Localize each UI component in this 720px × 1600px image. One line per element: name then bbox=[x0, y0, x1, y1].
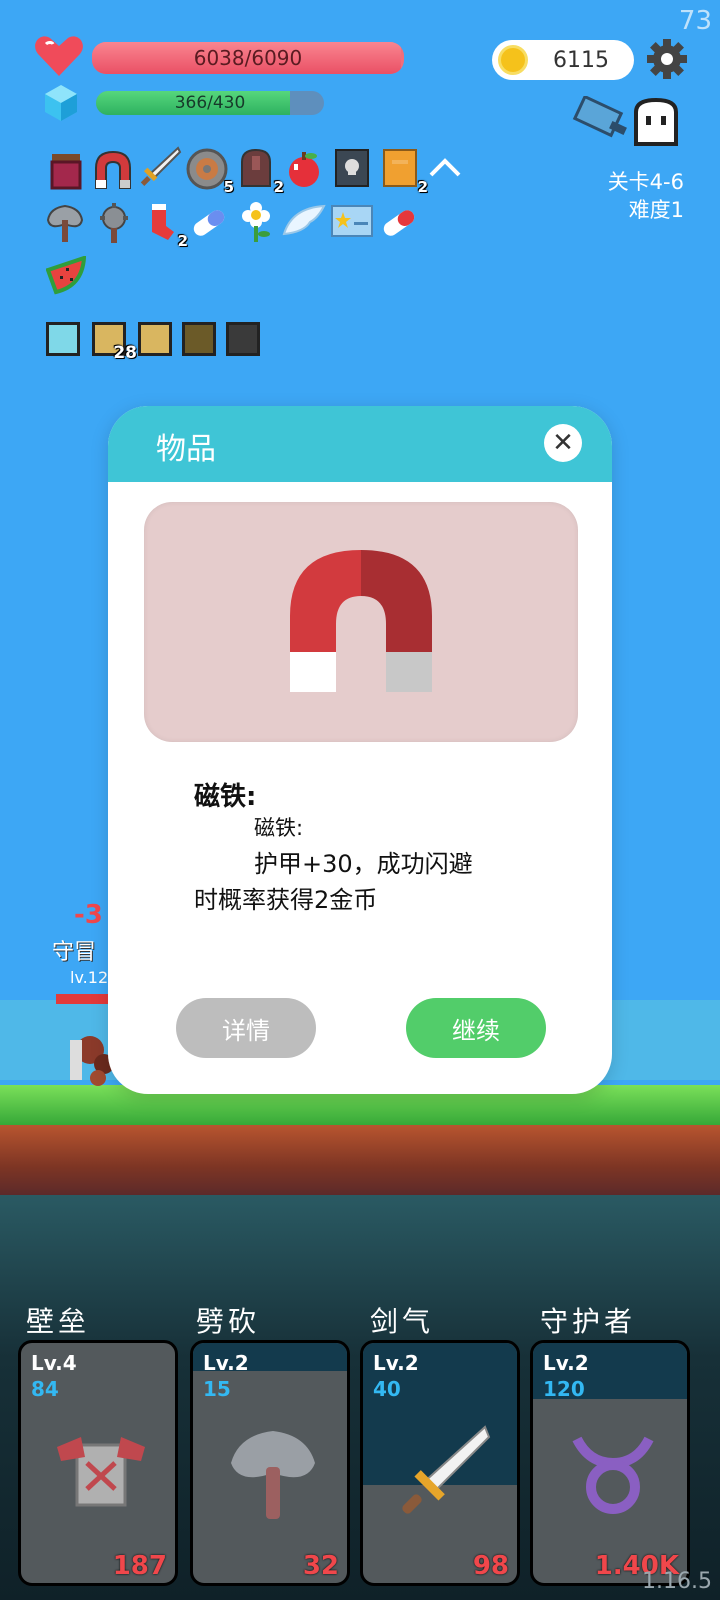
skill-card-bulwark[interactable]: Lv.4 84 187 bbox=[18, 1340, 178, 1586]
fps-counter: 73 bbox=[678, 6, 712, 36]
apple-icon[interactable] bbox=[284, 148, 324, 188]
battle-axe-icon[interactable] bbox=[44, 202, 84, 242]
shield-skill-icon[interactable] bbox=[138, 322, 172, 356]
card-title: 劈砍 bbox=[196, 1305, 261, 1338]
enemy-hp-bar bbox=[56, 994, 110, 1004]
skill-card-chop[interactable]: Lv.2 15 32 bbox=[190, 1340, 350, 1586]
card-value: 32 bbox=[302, 1551, 339, 1581]
gold-amount: 6115 bbox=[553, 47, 609, 73]
jam-jar-icon[interactable] bbox=[46, 150, 86, 190]
skill-card-sword-qi[interactable]: Lv.2 40 98 bbox=[360, 1340, 520, 1586]
spiked-mace-icon[interactable] bbox=[92, 202, 132, 243]
enemy-level: lv.12 bbox=[70, 968, 109, 987]
red-sock-icon[interactable]: 2 bbox=[140, 202, 188, 250]
difficulty-label: 难度1 bbox=[628, 198, 684, 222]
taurus-icon bbox=[572, 1436, 654, 1514]
close-icon: ✕ bbox=[552, 428, 574, 458]
skill-count: 28 bbox=[113, 343, 137, 363]
watermelon-icon[interactable] bbox=[45, 255, 87, 296]
skull-book-icon[interactable] bbox=[332, 148, 372, 188]
description-line: 护甲+30，成功闪避 bbox=[254, 850, 473, 878]
item-name: 磁铁: bbox=[194, 782, 257, 812]
crystal-icon bbox=[45, 85, 77, 121]
magnet-large-icon bbox=[290, 550, 432, 692]
close-button[interactable]: ✕ bbox=[544, 424, 582, 462]
orange-book-icon[interactable]: 2 bbox=[380, 148, 428, 196]
item-dialog: 物品 ✕ 磁铁: 磁铁: 护甲+30，成功闪避 时概率获得2金币 详情 继续 bbox=[108, 406, 612, 1094]
coin-icon bbox=[498, 45, 528, 75]
blue-pill-icon[interactable] bbox=[188, 202, 228, 242]
light-skill-icon[interactable] bbox=[46, 322, 80, 356]
armor-skill-icon[interactable]: 28 bbox=[92, 322, 137, 363]
item-count: 5 bbox=[223, 178, 234, 196]
enemy-name: 守冒 bbox=[52, 940, 97, 965]
heart-icon bbox=[35, 36, 83, 76]
card-number: 120 bbox=[543, 1377, 585, 1401]
description-subtitle: 磁铁: bbox=[254, 816, 304, 840]
stage-info: 关卡4-6 难度1 bbox=[608, 168, 684, 224]
card-value: 98 bbox=[472, 1551, 509, 1581]
sword-icon[interactable] bbox=[138, 146, 182, 186]
item-description: 磁铁: 护甲+30，成功闪避 时概率获得2金币 bbox=[194, 810, 534, 918]
hp-bar: 6038/6090 bbox=[92, 42, 404, 74]
mp-bar: 366/430 bbox=[96, 91, 324, 115]
item-count: 2 bbox=[273, 178, 284, 196]
detail-button[interactable]: 详情 bbox=[176, 998, 316, 1058]
card-number: 84 bbox=[31, 1377, 59, 1401]
card-title: 壁垒 bbox=[26, 1305, 91, 1338]
dark-skill-icon[interactable] bbox=[182, 322, 216, 356]
dialog-title: 物品 bbox=[156, 432, 216, 467]
continue-button[interactable]: 继续 bbox=[406, 998, 546, 1058]
gravestone-icon[interactable]: 2 bbox=[236, 148, 284, 196]
wing-icon[interactable] bbox=[282, 204, 326, 244]
mp-text: 366/430 bbox=[174, 93, 246, 113]
red-pill-icon[interactable] bbox=[378, 202, 418, 242]
item-count: 2 bbox=[177, 232, 188, 250]
round-shield-icon[interactable]: 5 bbox=[186, 148, 234, 196]
card-level: Lv.2 bbox=[203, 1351, 249, 1375]
card-value: 187 bbox=[112, 1551, 167, 1581]
sword-icon bbox=[402, 1425, 491, 1514]
black-shield-skill-icon[interactable] bbox=[226, 322, 260, 356]
star-card-icon[interactable] bbox=[330, 204, 373, 244]
card-level: Lv.4 bbox=[31, 1351, 77, 1375]
card-number: 40 bbox=[373, 1377, 401, 1401]
card-title: 剑气 bbox=[370, 1305, 435, 1338]
description-line: 时概率获得2金币 bbox=[194, 886, 378, 914]
card-level: Lv.2 bbox=[543, 1351, 589, 1375]
card-title: 守护者 bbox=[540, 1305, 637, 1338]
card-number: 15 bbox=[203, 1377, 231, 1401]
magnet-icon[interactable] bbox=[92, 148, 132, 189]
stage-label: 关卡4-6 bbox=[607, 170, 684, 194]
dirt-layer bbox=[0, 1125, 720, 1195]
axe-icon bbox=[231, 1431, 315, 1519]
item-count: 2 bbox=[417, 178, 428, 196]
armor-icon bbox=[57, 1437, 145, 1507]
gear-icon[interactable] bbox=[646, 38, 688, 80]
item-preview bbox=[144, 502, 578, 742]
gold-counter: 6115 bbox=[492, 40, 634, 80]
version-label: 1.16.5 bbox=[642, 1569, 712, 1594]
flower-icon[interactable] bbox=[236, 200, 276, 242]
hp-text: 6038/6090 bbox=[193, 46, 303, 70]
card-level: Lv.2 bbox=[373, 1351, 419, 1375]
fish-knife-icon[interactable] bbox=[570, 96, 630, 142]
skill-card-guardian[interactable]: Lv.2 120 1.40K bbox=[530, 1340, 690, 1586]
ghost-icon[interactable] bbox=[630, 96, 682, 148]
damage-number: -3 bbox=[74, 900, 103, 930]
chevron-up-icon[interactable] bbox=[428, 156, 462, 178]
